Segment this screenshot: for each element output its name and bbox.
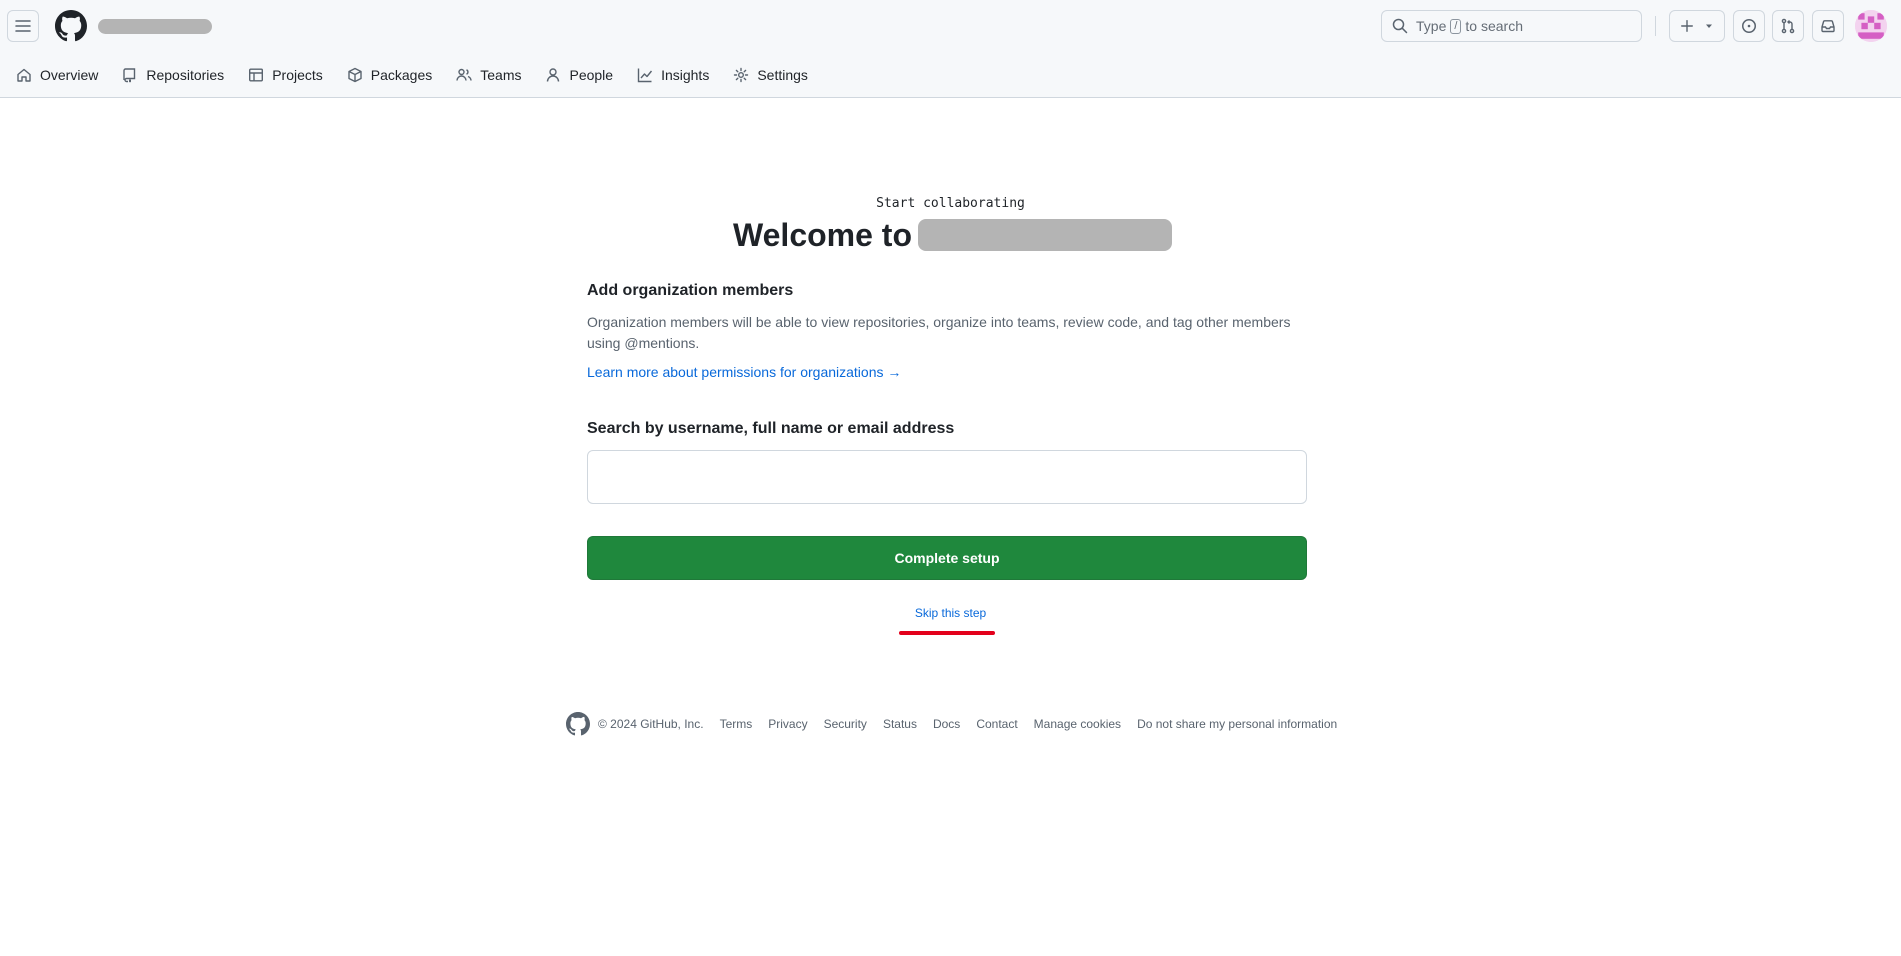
package-icon: [348, 67, 362, 83]
tab-label: Insights: [661, 67, 710, 83]
tab-people[interactable]: People: [537, 59, 621, 91]
search-suffix: to search: [1465, 18, 1524, 34]
footer-link-status[interactable]: Status: [883, 717, 917, 731]
search-prefix: Type: [1416, 18, 1447, 34]
tab-label: People: [569, 67, 614, 83]
issues-button[interactable]: [1733, 10, 1765, 42]
top-bar: Type / to search: [0, 0, 1901, 52]
tab-label: Repositories: [146, 67, 225, 83]
triangle-down-icon: [1706, 24, 1712, 28]
plus-icon: [1681, 20, 1693, 32]
tab-settings[interactable]: Settings: [725, 59, 816, 91]
repo-icon: [123, 68, 136, 83]
org-nav: Overview Repositories Projects Packages …: [0, 52, 824, 98]
create-new-button[interactable]: [1669, 10, 1725, 42]
hamburger-icon: [15, 20, 31, 32]
member-search-label: Search by username, full name or email a…: [587, 420, 955, 437]
tab-label: Teams: [480, 67, 522, 83]
org-name-redacted-title: [918, 219, 1172, 251]
identicon-icon: [1855, 10, 1887, 42]
learn-more-link[interactable]: Learn more about permissions for organiz…: [587, 364, 1307, 380]
member-search-input[interactable]: [587, 450, 1307, 504]
kicker-text: Start collaborating: [876, 196, 1025, 211]
section-description: Organization members will be able to vie…: [587, 314, 1291, 351]
pull-requests-button[interactable]: [1772, 10, 1804, 42]
tab-label: Overview: [40, 67, 99, 83]
search-icon: [1392, 18, 1408, 34]
tab-label: Settings: [757, 67, 808, 83]
tab-projects[interactable]: Projects: [240, 59, 331, 91]
inbox-button[interactable]: [1812, 10, 1844, 42]
table-icon: [249, 68, 264, 82]
people-icon: [456, 68, 472, 81]
user-avatar[interactable]: [1855, 10, 1887, 42]
tab-packages[interactable]: Packages: [339, 59, 440, 91]
tab-teams[interactable]: Teams: [448, 59, 529, 91]
tab-overview[interactable]: Overview: [14, 59, 106, 91]
gear-icon: [734, 67, 749, 83]
search-shortcut-key: /: [1450, 18, 1462, 34]
org-name-redacted[interactable]: [98, 19, 212, 34]
search-input[interactable]: Type / to search: [1381, 10, 1642, 42]
footer-link-privacy[interactable]: Privacy: [768, 717, 807, 731]
footer-link-manage-cookies[interactable]: Manage cookies: [1034, 717, 1121, 731]
tab-label: Projects: [272, 67, 323, 83]
footer-link-do-not-share[interactable]: Do not share my personal information: [1137, 717, 1337, 731]
complete-setup-button[interactable]: Complete setup: [587, 536, 1307, 580]
menu-button[interactable]: [7, 10, 39, 42]
footer-link-security[interactable]: Security: [824, 717, 867, 731]
footer-link-docs[interactable]: Docs: [933, 717, 960, 731]
issue-opened-icon: [1742, 19, 1756, 33]
section-title: Add organization members: [587, 282, 794, 299]
footer-copyright: © 2024 GitHub, Inc.: [598, 717, 704, 731]
welcome-heading: Welcome to: [733, 216, 912, 253]
github-footer-logo-icon[interactable]: [566, 712, 590, 736]
tab-insights[interactable]: Insights: [629, 59, 717, 91]
header-divider: [1655, 16, 1656, 36]
person-icon: [547, 68, 560, 82]
global-header: Type / to search Overview Repositories P…: [0, 0, 1901, 98]
inbox-icon: [1821, 20, 1835, 33]
annotation-underline: [899, 631, 995, 635]
page-title: Welcome to: [733, 210, 1172, 260]
footer-link-terms[interactable]: Terms: [720, 717, 753, 731]
home-icon: [17, 68, 31, 82]
git-pull-request-icon: [1781, 18, 1795, 34]
tab-label: Packages: [370, 67, 433, 83]
tab-repositories[interactable]: Repositories: [114, 59, 232, 91]
graph-icon: [637, 68, 653, 83]
skip-step-link[interactable]: Skip this step: [0, 606, 1901, 620]
github-logo-icon[interactable]: [55, 10, 87, 42]
footer: © 2024 GitHub, Inc. Terms Privacy Securi…: [566, 712, 1353, 736]
footer-link-contact[interactable]: Contact: [976, 717, 1017, 731]
